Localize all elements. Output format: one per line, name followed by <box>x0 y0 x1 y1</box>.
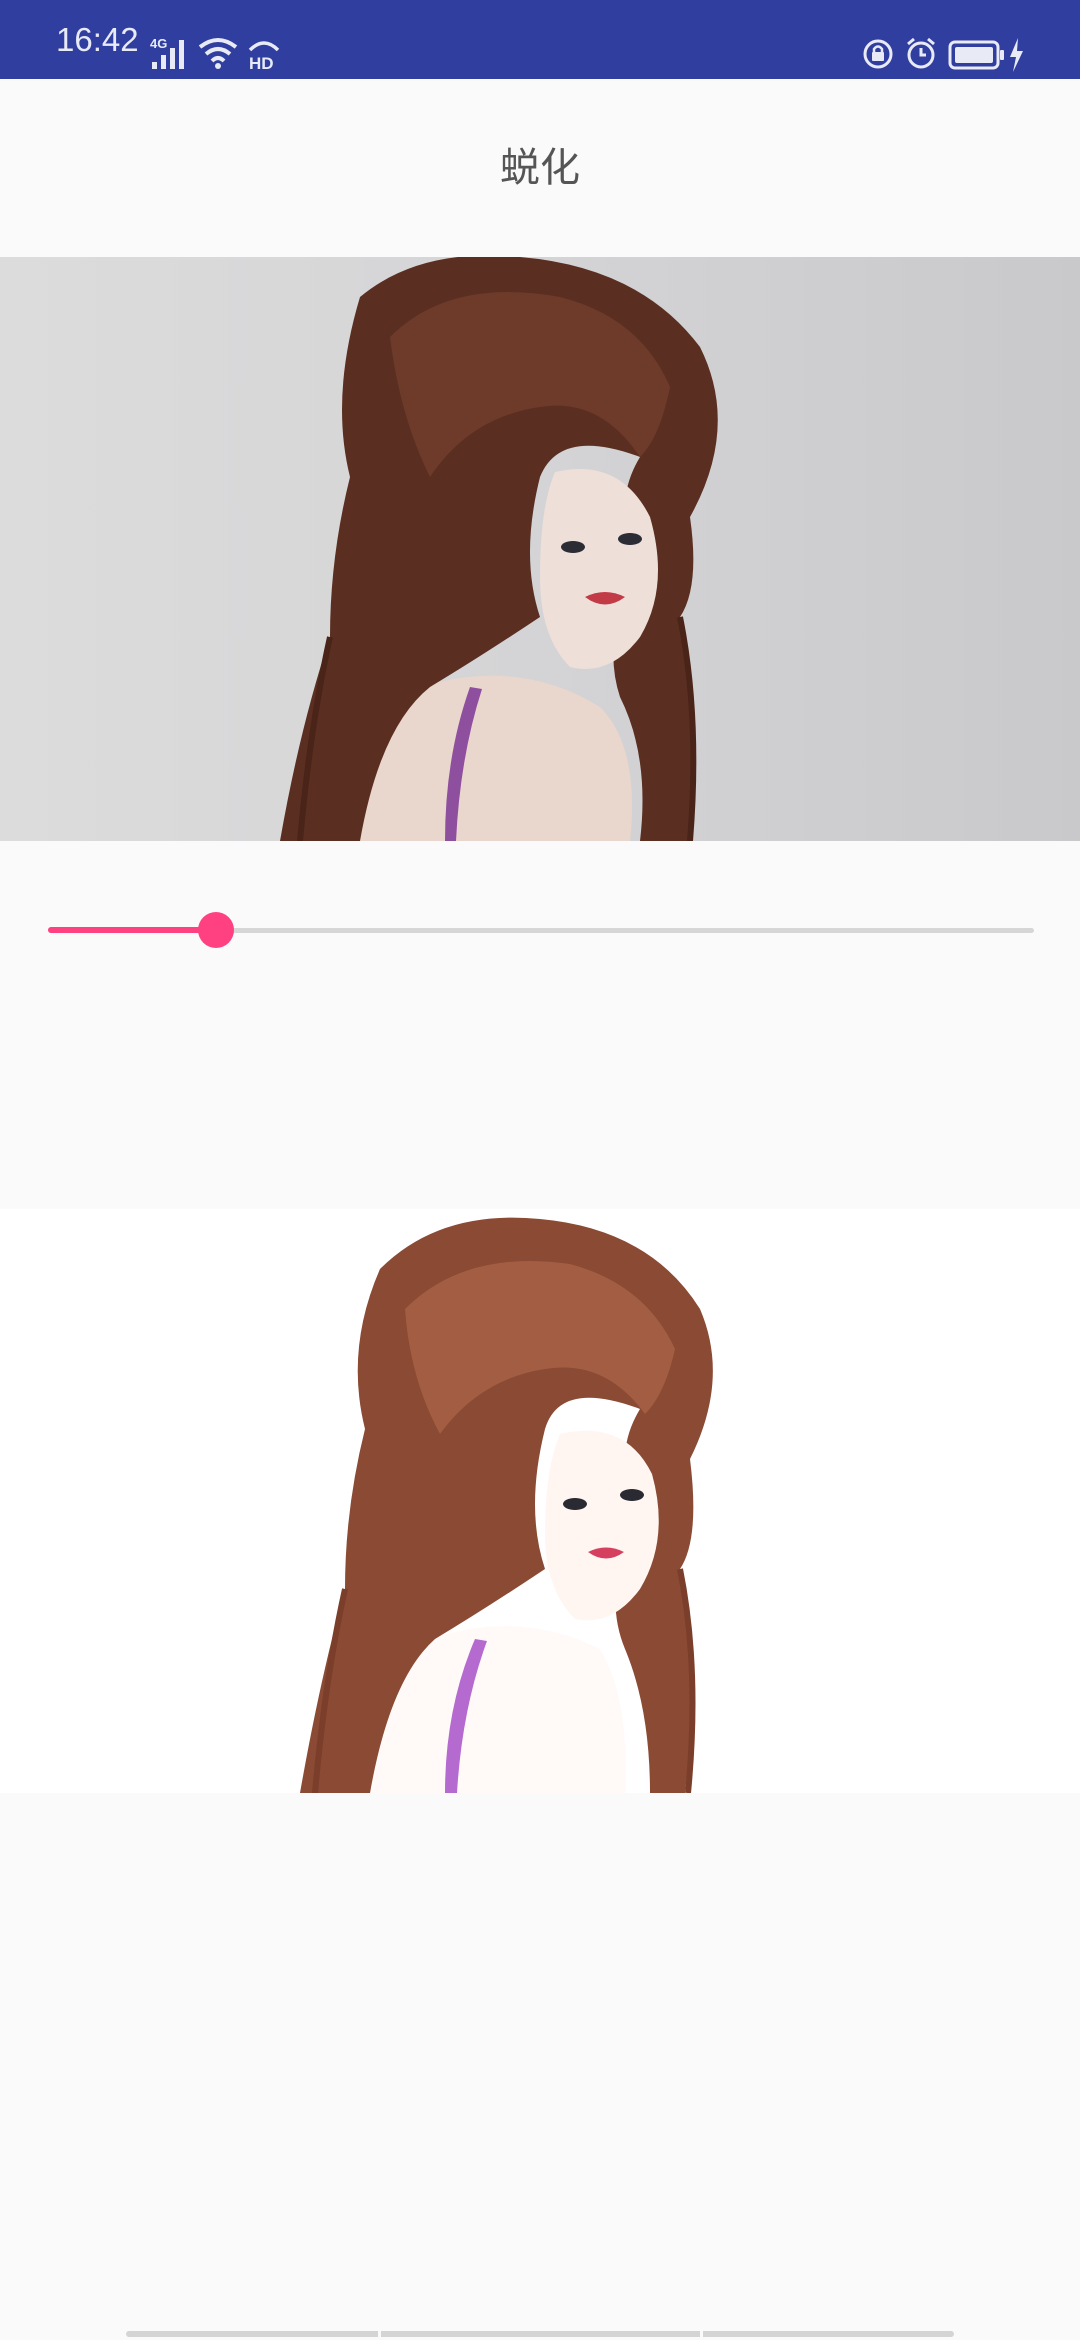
slider-fill <box>48 927 216 933</box>
nav-divider <box>700 2331 703 2340</box>
network-label: 4G <box>150 36 167 51</box>
page-title: 蜕化 <box>500 145 580 191</box>
alarm-icon <box>904 36 938 70</box>
title-bar: 蜕化 <box>0 79 1080 257</box>
nav-divider <box>378 2331 381 2340</box>
portrait-photo-feathered <box>300 1217 713 1793</box>
battery-icon <box>948 40 1006 70</box>
screen-lock-icon <box>862 38 894 70</box>
wifi-icon <box>198 37 238 69</box>
slider-thumb[interactable] <box>198 912 234 948</box>
feathered-image <box>0 1209 1080 1793</box>
hd-label: HD <box>249 54 274 72</box>
signal-icon: 4G <box>150 36 192 70</box>
original-image <box>0 257 1080 841</box>
portrait-photo <box>280 257 718 841</box>
hd-icon: HD <box>246 36 282 73</box>
status-bar: 16:42 4G HD <box>0 0 1080 79</box>
feather-slider[interactable] <box>48 900 1034 960</box>
status-time: 16:42 <box>56 21 139 58</box>
charging-icon <box>1008 38 1024 72</box>
gesture-bar[interactable] <box>126 2331 954 2340</box>
